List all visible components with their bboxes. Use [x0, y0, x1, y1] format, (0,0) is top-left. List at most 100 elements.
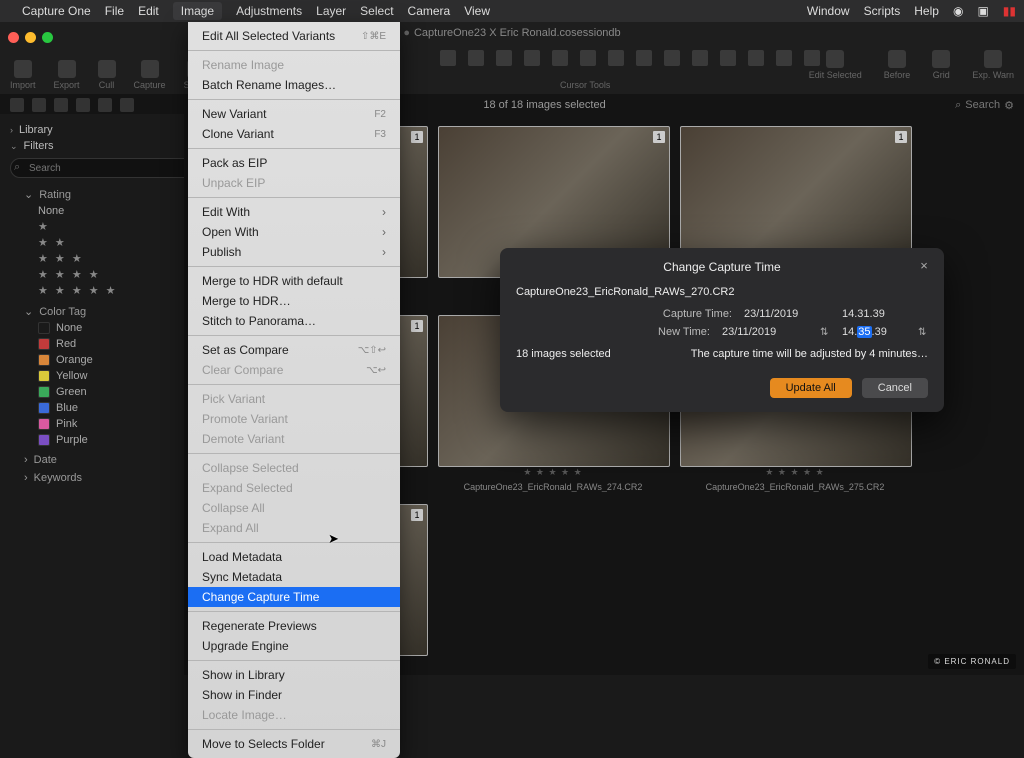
- search-icon: ⌕: [955, 99, 961, 112]
- view-icon-3[interactable]: [54, 98, 68, 112]
- view-icon-1[interactable]: [10, 98, 24, 112]
- thumbnail-rating: ★ ★ ★ ★ ★: [680, 467, 910, 478]
- new-time-field[interactable]: 14.35.39: [842, 326, 906, 338]
- loupe-tool-icon[interactable]: [496, 50, 512, 66]
- menu-item[interactable]: Edit All Selected Variants⇧⌘E: [188, 26, 400, 46]
- hand-tool-icon[interactable]: [468, 50, 484, 66]
- menu-item[interactable]: Batch Rename Images…: [188, 75, 400, 95]
- menu-item[interactable]: Move to Selects Folder⌘J: [188, 734, 400, 754]
- time-stepper[interactable]: ⇅: [918, 327, 928, 338]
- color-tag-purple[interactable]: Purple: [38, 432, 194, 448]
- rating-section[interactable]: ⌄Rating: [24, 188, 194, 201]
- menu-item[interactable]: Publish: [188, 242, 400, 262]
- menu-item[interactable]: Set as Compare⌥⇧↩: [188, 340, 400, 360]
- toolbar-export[interactable]: Export: [54, 60, 80, 90]
- close-window-icon[interactable]: [8, 32, 19, 43]
- sidebar-filters[interactable]: ⌄Filters: [10, 140, 194, 152]
- view-icon-5[interactable]: [98, 98, 112, 112]
- rotate-tool-icon[interactable]: [552, 50, 568, 66]
- rating-3[interactable]: ★ ★ ★: [38, 251, 194, 267]
- update-all-button[interactable]: Update All: [770, 378, 852, 398]
- menu-item[interactable]: Change Capture Time: [188, 587, 400, 607]
- fullscreen-window-icon[interactable]: [42, 32, 53, 43]
- menubar-layer[interactable]: Layer: [316, 4, 346, 18]
- menu-item[interactable]: Upgrade Engine: [188, 636, 400, 656]
- sidebar-library[interactable]: ›Library: [10, 124, 194, 136]
- menu-item[interactable]: Clone VariantF3: [188, 124, 400, 144]
- menu-item[interactable]: Sync Metadata: [188, 567, 400, 587]
- menu-item[interactable]: Open With: [188, 222, 400, 242]
- toolbar-cull[interactable]: Cull: [98, 60, 116, 90]
- menu-item[interactable]: Stitch to Panorama…: [188, 311, 400, 331]
- import-icon: [14, 60, 32, 78]
- menubar-app[interactable]: Capture One: [22, 4, 91, 18]
- toolbar-import[interactable]: Import: [10, 60, 36, 90]
- toolbar-capture[interactable]: Capture: [134, 60, 166, 90]
- color-tag-none[interactable]: None: [38, 320, 194, 336]
- view-icon-2[interactable]: [32, 98, 46, 112]
- menubar-view[interactable]: View: [464, 4, 490, 18]
- view-icon-6[interactable]: [120, 98, 134, 112]
- color-tag-section[interactable]: ⌄Color Tag: [24, 305, 194, 318]
- settings-icon[interactable]: ⚙: [1004, 99, 1014, 112]
- browser-search[interactable]: ⌕ Search ⚙: [955, 99, 1014, 112]
- menu-item[interactable]: Load Metadata: [188, 547, 400, 567]
- brush-tool-icon[interactable]: [664, 50, 680, 66]
- menu-item[interactable]: Merge to HDR…: [188, 291, 400, 311]
- spot-tool-icon[interactable]: [608, 50, 624, 66]
- new-date-field[interactable]: 23/11/2019: [722, 326, 808, 338]
- rating-5[interactable]: ★ ★ ★ ★ ★: [38, 283, 194, 299]
- flag-icon[interactable]: ▮▮: [1003, 4, 1016, 18]
- rating-1[interactable]: ★: [38, 219, 194, 235]
- radial-tool-icon[interactable]: [748, 50, 764, 66]
- menubar-select[interactable]: Select: [360, 4, 393, 18]
- minimize-window-icon[interactable]: [25, 32, 36, 43]
- color-tag-orange[interactable]: Orange: [38, 352, 194, 368]
- menubar-adjustments[interactable]: Adjustments: [236, 4, 302, 18]
- record-icon[interactable]: ◉: [953, 4, 963, 18]
- date-stepper[interactable]: ⇅: [820, 327, 830, 338]
- erase-tool-icon[interactable]: [692, 50, 708, 66]
- menu-item[interactable]: New VariantF2: [188, 104, 400, 124]
- gradient-tool-icon[interactable]: [720, 50, 736, 66]
- toolbar-before[interactable]: Before: [884, 50, 911, 80]
- variant-badge: 1: [411, 509, 423, 521]
- color-tag-pink[interactable]: Pink: [38, 416, 194, 432]
- menu-item[interactable]: Merge to HDR with default: [188, 271, 400, 291]
- close-icon[interactable]: ×: [916, 258, 932, 274]
- menubar-edit[interactable]: Edit: [138, 4, 159, 18]
- menubar-camera[interactable]: Camera: [408, 4, 451, 18]
- select-tool-icon[interactable]: [440, 50, 456, 66]
- menubar-scripts[interactable]: Scripts: [864, 4, 901, 18]
- menubar-window[interactable]: Window: [807, 4, 850, 18]
- color-tag-blue[interactable]: Blue: [38, 400, 194, 416]
- rating-2[interactable]: ★ ★: [38, 235, 194, 251]
- view-icon-4[interactable]: [76, 98, 90, 112]
- crop-tool-icon[interactable]: [524, 50, 540, 66]
- menubar-file[interactable]: File: [105, 4, 124, 18]
- tablet-icon[interactable]: ▣: [977, 4, 988, 18]
- menu-item[interactable]: Pack as EIP: [188, 153, 400, 173]
- keystone-tool-icon[interactable]: [580, 50, 596, 66]
- color-tag-green[interactable]: Green: [38, 384, 194, 400]
- date-section[interactable]: ›Date: [24, 454, 194, 466]
- menubar-help[interactable]: Help: [914, 4, 939, 18]
- menu-item[interactable]: Regenerate Previews: [188, 616, 400, 636]
- toolbar-grid[interactable]: Grid: [932, 50, 950, 80]
- menu-item[interactable]: Show in Library: [188, 665, 400, 685]
- menu-item: Promote Variant: [188, 409, 400, 429]
- menu-item[interactable]: Show in Finder: [188, 685, 400, 705]
- mask-tool-icon[interactable]: [636, 50, 652, 66]
- rating-none[interactable]: None: [38, 203, 194, 219]
- toolbar-edit-selected[interactable]: Edit Selected: [809, 50, 862, 80]
- cancel-button[interactable]: Cancel: [862, 378, 928, 398]
- toolbar-exp-warn[interactable]: Exp. Warn: [972, 50, 1014, 80]
- thumbnail-caption: CaptureOne23_EricRonald_RAWs_275.CR2: [680, 482, 910, 492]
- menubar-image[interactable]: Image: [173, 2, 222, 20]
- color-tag-red[interactable]: Red: [38, 336, 194, 352]
- color-tag-yellow[interactable]: Yellow: [38, 368, 194, 384]
- keywords-section[interactable]: ›Keywords: [24, 472, 194, 484]
- rating-4[interactable]: ★ ★ ★ ★: [38, 267, 194, 283]
- menu-item[interactable]: Edit With: [188, 202, 400, 222]
- annotate-tool-icon[interactable]: [776, 50, 792, 66]
